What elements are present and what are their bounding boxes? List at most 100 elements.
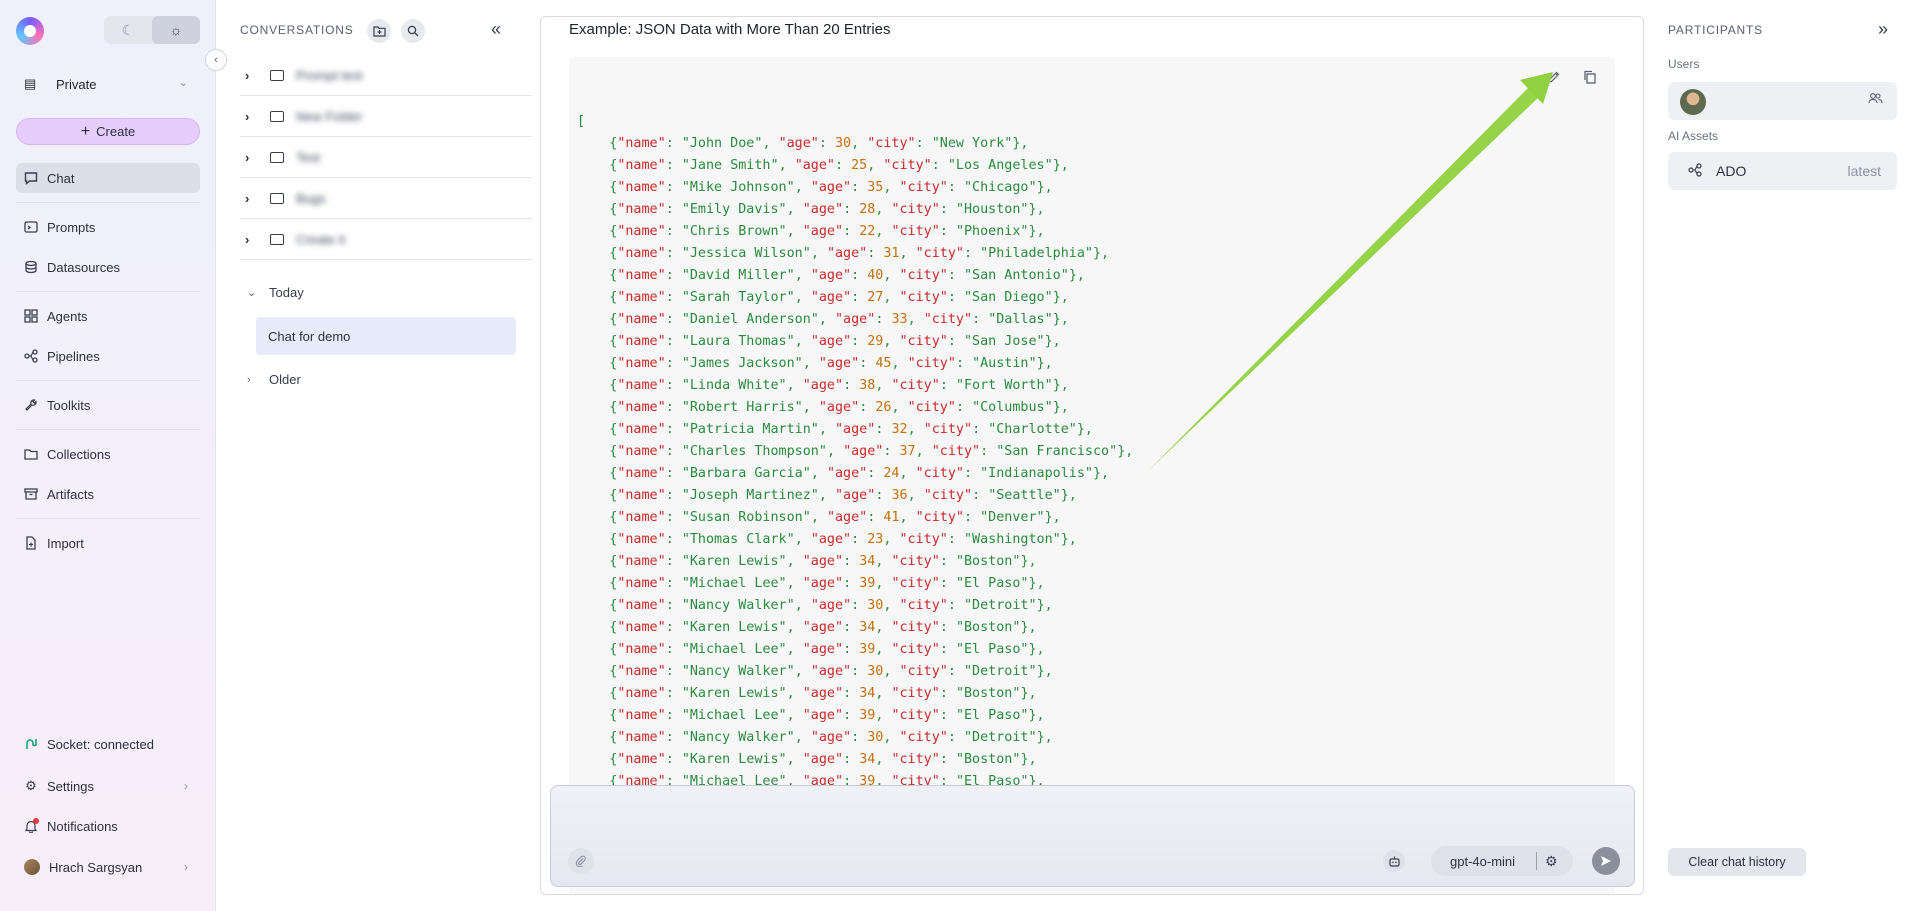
json-punct: , — [867, 158, 884, 173]
nav-item-prompts[interactable]: Prompts — [16, 212, 200, 242]
json-punct: , — [794, 664, 811, 679]
json-key: "city" — [891, 708, 940, 723]
nav-item-chat[interactable]: Chat — [16, 163, 200, 193]
json-punct: { — [577, 466, 618, 481]
folder-row[interactable]: › Create it — [240, 219, 532, 260]
search-icon[interactable] — [401, 19, 425, 43]
json-punct: , — [883, 532, 900, 547]
json-punct: : — [939, 686, 956, 701]
json-number: 31 — [883, 246, 900, 261]
model-selector[interactable]: gpt-4o-mini ⚙ — [1431, 846, 1573, 876]
clear-chat-history-button[interactable]: Clear chat history — [1668, 848, 1806, 876]
nav-item-collections[interactable]: Collections — [16, 439, 200, 469]
nav-label: Notifications — [47, 818, 118, 834]
moon-icon[interactable]: ☾ — [104, 16, 152, 44]
json-string: "Boston" — [955, 554, 1021, 569]
collapse-sidebar-button[interactable]: ‹ — [205, 49, 227, 71]
edit-icon[interactable] — [1547, 70, 1561, 87]
chat-icon — [24, 171, 38, 185]
json-punct: , — [810, 246, 827, 261]
nav-item-agents[interactable]: Agents — [16, 301, 200, 331]
nav-item-notifications[interactable]: Notifications — [16, 811, 200, 841]
app-logo-icon[interactable] — [16, 17, 44, 45]
json-string: "Columbus" — [972, 400, 1053, 415]
json-punct: }, — [1028, 708, 1045, 723]
nav-item-toolkits[interactable]: Toolkits — [16, 390, 200, 420]
group-today[interactable]: ⌄ Today — [240, 285, 304, 300]
json-punct: : — [843, 752, 860, 767]
json-punct: }, — [1028, 224, 1045, 239]
json-punct: }, — [1093, 246, 1110, 261]
json-punct: , — [778, 158, 795, 173]
send-button[interactable] — [1592, 847, 1620, 875]
json-punct: , — [818, 488, 835, 503]
gear-icon[interactable]: ⚙ — [1545, 853, 1558, 870]
json-punct: , — [875, 642, 892, 657]
grid-icon — [24, 309, 38, 323]
json-punct: : — [665, 642, 682, 657]
nav-item-artifacts[interactable]: Artifacts — [16, 479, 200, 509]
json-punct: , — [907, 312, 924, 327]
json-punct: { — [577, 158, 618, 173]
json-number: 27 — [867, 290, 884, 305]
chat-input-area[interactable]: gpt-4o-mini ⚙ — [550, 785, 1635, 887]
chevron-right-icon: › — [245, 67, 250, 83]
json-string: "Sarah Taylor" — [681, 290, 795, 305]
workspace-selector[interactable]: ▤ Private ⌄ — [16, 72, 200, 96]
create-button[interactable]: + Create — [16, 118, 200, 145]
code-line: {"name": "Jessica Wilson", "age": 31, "c… — [577, 243, 1133, 265]
json-number: 25 — [851, 158, 868, 173]
conversations-title: CONVERSATIONS — [240, 23, 354, 37]
users-group-icon[interactable] — [1868, 92, 1883, 107]
nav-item-settings[interactable]: ⚙ Settings › — [16, 771, 200, 801]
code-line: {"name": "Michael Lee", "age": 39, "city… — [577, 705, 1133, 727]
sun-icon[interactable]: ☼ — [152, 16, 200, 44]
json-punct: : — [843, 576, 860, 591]
json-string: "Robert Harris" — [681, 400, 803, 415]
user-participant[interactable] — [1668, 82, 1897, 120]
folder-row[interactable]: › Test — [240, 137, 532, 178]
folder-row[interactable]: › New Folder — [240, 96, 532, 137]
json-key: "city" — [899, 664, 948, 679]
json-string: "Dallas" — [988, 312, 1053, 327]
json-string: "Karen Lewis" — [681, 554, 787, 569]
json-string: "Indianapolis" — [980, 466, 1093, 481]
nav-item-import[interactable]: Import — [16, 528, 200, 558]
json-punct: , — [786, 642, 803, 657]
json-punct: }, — [1052, 290, 1069, 305]
copy-icon[interactable] — [1583, 70, 1597, 87]
code-line: {"name": "Sarah Taylor", "age": 27, "cit… — [577, 287, 1133, 309]
folder-row[interactable]: › Bugs — [240, 178, 532, 219]
json-punct: : — [947, 664, 964, 679]
ai-asset-item[interactable]: ADO latest — [1668, 152, 1897, 190]
json-key: "name" — [617, 752, 666, 767]
json-string: "Denver" — [980, 510, 1045, 525]
code-line: {"name": "Nancy Walker", "age": 30, "cit… — [577, 727, 1133, 749]
archive-icon — [24, 487, 38, 501]
collapse-conversations-icon[interactable]: « — [491, 19, 501, 40]
code-line: {"name": "Nancy Walker", "age": 30, "cit… — [577, 595, 1133, 617]
json-punct: : — [947, 532, 964, 547]
nav-item-pipelines[interactable]: Pipelines — [16, 341, 200, 371]
folder-icon — [270, 233, 284, 245]
folder-row[interactable]: › Prompt test — [240, 55, 532, 96]
json-key: "name" — [617, 620, 666, 635]
json-punct: , — [818, 312, 835, 327]
conversation-item[interactable]: Chat for demo — [256, 317, 516, 355]
user-menu[interactable]: Hrach Sargsyan › — [16, 852, 200, 882]
divider — [16, 202, 200, 203]
attach-icon[interactable] — [568, 848, 594, 874]
new-folder-icon[interactable] — [367, 19, 391, 43]
json-punct: }, — [1036, 180, 1053, 195]
json-key: "age" — [826, 466, 868, 481]
nav-label: Prompts — [47, 219, 96, 235]
robot-icon[interactable] — [1383, 850, 1405, 872]
group-label: Today — [269, 285, 304, 300]
group-older[interactable]: › Older — [240, 372, 301, 387]
collapse-participants-icon[interactable]: » — [1878, 19, 1888, 40]
json-key: "age" — [778, 136, 819, 151]
json-punct: : — [665, 532, 682, 547]
socket-connected-icon — [24, 737, 38, 751]
json-key: "city" — [899, 598, 948, 613]
nav-item-datasources[interactable]: Datasources — [16, 252, 200, 282]
